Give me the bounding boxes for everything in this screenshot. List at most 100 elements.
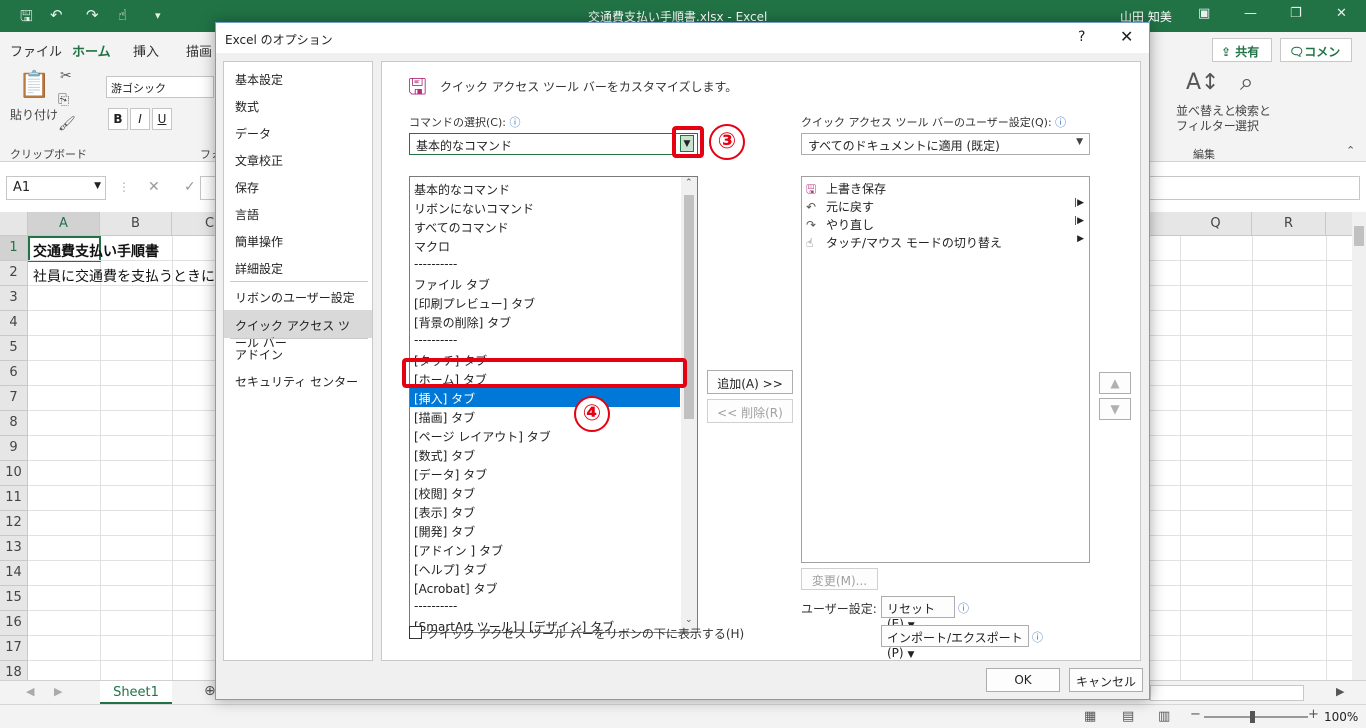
tab-file[interactable]: ファイル (10, 41, 62, 60)
command-list-item[interactable]: [ヘルプ] タブ (410, 559, 680, 578)
maximize-icon[interactable]: ❐ (1290, 6, 1302, 21)
close-window-icon[interactable]: ✕ (1336, 6, 1347, 21)
below-ribbon-label[interactable]: クイック アクセス ツール バーをリボンの下に表示する(H) (427, 625, 744, 642)
cancel-button[interactable]: キャンセル (1069, 668, 1143, 692)
move-down-button[interactable]: ▼ (1099, 398, 1131, 420)
page-layout-view-icon[interactable]: ▤ (1122, 709, 1134, 724)
tab-draw[interactable]: 描画 (186, 41, 212, 60)
scroll-down-icon[interactable]: ⌄ (685, 615, 693, 625)
redo-icon[interactable]: ↷ (86, 6, 99, 24)
sheet-prev-icon[interactable]: ◀ (26, 685, 34, 698)
nav-item-accessibility[interactable]: 簡単操作 (224, 227, 372, 254)
move-up-button[interactable]: ▲ (1099, 372, 1131, 394)
command-list-item[interactable]: [表示] タブ (410, 502, 680, 521)
command-list-item[interactable]: [描画] タブ (410, 407, 680, 426)
command-list-item[interactable]: ファイル タブ (410, 274, 680, 293)
command-list-item[interactable]: [数式] タブ (410, 445, 680, 464)
command-list-item[interactable]: [アドイン ] タブ (410, 540, 680, 559)
horizontal-scrollbar[interactable] (1150, 685, 1304, 701)
row-header[interactable]: 3 (0, 286, 28, 311)
copy-icon[interactable]: ⎘ (58, 92, 69, 108)
qat-scope-dropdown[interactable]: すべてのドキュメントに適用 (既定) ▼ (801, 133, 1090, 155)
command-list-item[interactable]: [背景の削除] タブ (410, 312, 680, 331)
reset-button[interactable]: リセット(E) ▼ (881, 596, 955, 631)
command-list-scrollbar[interactable]: ⌃ ⌄ (681, 177, 697, 632)
sheet-tab-sheet1[interactable]: Sheet1 (100, 681, 172, 705)
qat-item-touch-mode[interactable]: ☝ タッチ/マウス モードの切り替え ▶ (806, 234, 1088, 252)
nav-item-data[interactable]: データ (224, 119, 372, 146)
column-header-b[interactable]: B (100, 212, 172, 236)
row-header[interactable]: 5 (0, 336, 28, 361)
sheet-next-icon[interactable]: ▶ (54, 685, 62, 698)
touch-mode-icon[interactable]: ☝ (118, 6, 127, 24)
command-list-item[interactable]: ---------- (410, 255, 680, 274)
zoom-out-icon[interactable]: − (1190, 707, 1201, 722)
add-sheet-icon[interactable]: ⊕ (204, 683, 216, 699)
qat-item-redo[interactable]: ↷ やり直し |▶ (806, 216, 1088, 234)
minimize-icon[interactable]: — (1244, 6, 1257, 21)
command-list-item[interactable]: [データ] タブ (410, 464, 680, 483)
nav-item-save[interactable]: 保存 (224, 173, 372, 200)
command-list-item[interactable]: マクロ (410, 236, 680, 255)
zoom-slider-thumb[interactable] (1250, 711, 1255, 723)
row-header[interactable]: 2 (0, 261, 28, 286)
name-box[interactable]: A1 ▼ (6, 176, 106, 200)
command-list-item[interactable]: [ページ レイアウト] タブ (410, 426, 680, 445)
normal-view-icon[interactable]: ▦ (1084, 709, 1096, 724)
row-header[interactable]: 9 (0, 436, 28, 461)
cancel-entry-icon[interactable]: ✕ (148, 179, 160, 195)
find-icon[interactable]: ⌕ (1240, 68, 1253, 96)
command-list-item[interactable]: [挿入] タブ (410, 388, 680, 407)
column-header-r[interactable]: R (1252, 212, 1326, 236)
row-header[interactable]: 1 (0, 236, 28, 261)
qat-item-save[interactable]: 🖫 上書き保存 (806, 180, 1088, 198)
nav-item-language[interactable]: 言語 (224, 200, 372, 227)
ok-button[interactable]: OK (986, 668, 1060, 692)
nav-item-addins[interactable]: アドイン (224, 340, 372, 367)
confirm-entry-icon[interactable]: ✓ (184, 179, 196, 195)
import-export-button[interactable]: インポート/エクスポート(P) ▼ (881, 625, 1029, 660)
row-header[interactable]: 7 (0, 386, 28, 411)
save-icon[interactable]: 🖫 (20, 6, 33, 31)
tab-home[interactable]: ホーム (72, 41, 111, 64)
scrollbar-thumb[interactable] (1354, 226, 1364, 246)
row-header[interactable]: 17 (0, 636, 28, 661)
zoom-in-icon[interactable]: + (1308, 707, 1319, 722)
zoom-slider[interactable] (1204, 716, 1308, 718)
dialog-close-button[interactable]: ✕ (1120, 27, 1133, 46)
nav-item-formulas[interactable]: 数式 (224, 92, 372, 119)
nav-item-trust-center[interactable]: セキュリティ センター (224, 367, 372, 394)
vertical-scrollbar[interactable] (1352, 212, 1366, 682)
qat-command-list[interactable]: 🖫 上書き保存 ↶ 元に戻す |▶ ↷ やり直し |▶ ☝ タッチ/マウス モードの切り替え… (801, 176, 1090, 563)
below-ribbon-checkbox[interactable] (409, 626, 422, 639)
row-header[interactable]: 6 (0, 361, 28, 386)
row-header[interactable]: 14 (0, 561, 28, 586)
select-all-corner[interactable] (0, 212, 28, 236)
command-list-item[interactable]: [校閲] タブ (410, 483, 680, 502)
row-header[interactable]: 4 (0, 311, 28, 336)
command-list-item[interactable]: ---------- (410, 597, 680, 616)
page-break-view-icon[interactable]: ▥ (1158, 709, 1170, 724)
undo-icon[interactable]: ↶ (50, 6, 63, 24)
row-header[interactable]: 11 (0, 486, 28, 511)
command-list-item[interactable]: ---------- (410, 331, 680, 350)
scroll-right-icon[interactable]: ▶ (1336, 685, 1344, 698)
choose-commands-dropdown[interactable]: 基本的なコマンド (409, 133, 698, 155)
modify-button[interactable]: 変更(M)... (801, 568, 878, 590)
command-list-item[interactable]: 基本的なコマンド (410, 179, 680, 198)
nav-item-general[interactable]: 基本設定 (224, 65, 372, 92)
column-header-q[interactable]: Q (1180, 212, 1252, 236)
qat-item-undo[interactable]: ↶ 元に戻す |▶ (806, 198, 1088, 216)
bold-button[interactable]: B (108, 108, 128, 130)
row-header[interactable]: 10 (0, 461, 28, 486)
find-select-label[interactable]: 検索と 選択 (1235, 104, 1271, 134)
sort-filter-label[interactable]: 並べ替えと フィルター (1176, 104, 1236, 134)
command-list-item[interactable]: [Acrobat] タブ (410, 578, 680, 597)
underline-button[interactable]: U (152, 108, 172, 130)
nav-item-quick-access-toolbar[interactable]: クイック アクセス ツール バー (224, 310, 372, 350)
sort-filter-icon[interactable]: A↕ (1186, 70, 1219, 95)
command-list-item[interactable]: [開発] タブ (410, 521, 680, 540)
font-name-box[interactable]: 游ゴシック (106, 76, 214, 98)
column-header-a[interactable]: A (28, 212, 100, 236)
customize-qat-icon[interactable]: ▾ (155, 9, 161, 22)
